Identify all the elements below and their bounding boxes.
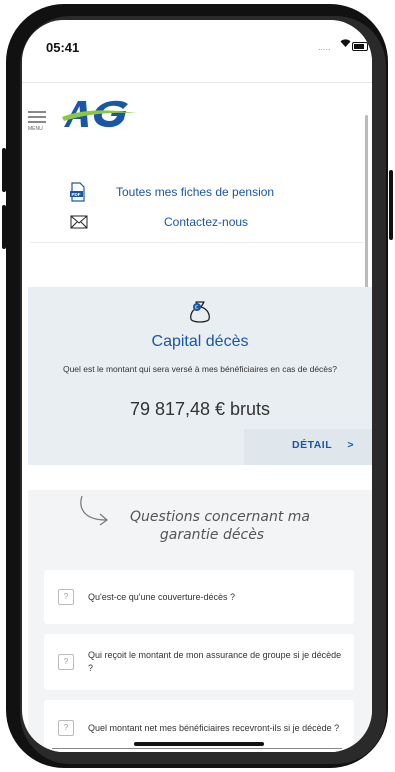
chevron-right-icon: > — [347, 439, 354, 451]
volume-down-button — [2, 205, 6, 249]
menu-label: MENU — [28, 126, 43, 132]
home-indicator[interactable] — [134, 742, 264, 746]
faq-section: Questions concernant ma garantie décès ?… — [28, 490, 372, 752]
capital-deces-card: € Capital décès Quel est le montant qui … — [28, 287, 372, 465]
faq-heading-line1: Questions concernant ma — [129, 509, 311, 525]
pdf-file-icon: PDF — [70, 182, 85, 202]
phone-screen: 05:41 ..... MENU PDF Toutes mes fiches d… — [22, 20, 372, 752]
pension-sheets-link[interactable]: PDF Toutes mes fiches de pension — [68, 182, 274, 202]
app-header: MENU — [22, 82, 372, 141]
pension-sheets-label: Toutes mes fiches de pension — [116, 185, 275, 199]
power-button — [389, 170, 393, 240]
menu-button[interactable]: MENU — [28, 111, 48, 132]
contact-link[interactable]: Contactez-nous — [70, 215, 248, 229]
bottom-divider — [52, 748, 342, 749]
wifi-icon — [340, 39, 351, 47]
faq-item[interactable]: ? Qui reçoit le montant de mon assurance… — [44, 634, 354, 690]
phone-mockup: 05:41 ..... MENU PDF Toutes mes fiches d… — [0, 0, 395, 772]
volume-up-button — [2, 148, 6, 192]
faq-heading: Questions concernant ma garantie décès — [28, 508, 372, 544]
status-time: 05:41 — [46, 40, 80, 55]
question-doc-icon: ? — [58, 720, 74, 736]
capital-amount: 79 817,48 € bruts — [129, 399, 271, 419]
card-question: Quel est le montant qui sera versé à mes… — [62, 364, 338, 374]
faq-item-label: Qu'est-ce qu'une couverture-décès ? — [88, 591, 236, 602]
hamburger-icon — [28, 111, 46, 113]
battery-icon — [352, 42, 368, 51]
question-doc-icon: ? — [58, 589, 74, 605]
contact-label: Contactez-nous — [164, 215, 249, 229]
svg-text:PDF: PDF — [72, 192, 81, 197]
status-bar: 05:41 ..... — [22, 20, 372, 82]
cellular-signal-icon: ..... — [318, 42, 331, 52]
card-title: Capital décès — [151, 333, 249, 350]
faq-item[interactable]: ? Qu'est-ce qu'une couverture-décès ? — [44, 570, 354, 624]
svg-text:€: € — [195, 305, 198, 311]
hamburger-icon-bar — [28, 121, 46, 123]
detail-label: DÉTAIL — [291, 439, 332, 451]
detail-button[interactable]: DÉTAIL > — [292, 439, 354, 451]
hamburger-icon-bar — [28, 116, 46, 118]
envelope-icon — [70, 215, 88, 229]
ag-logo[interactable] — [62, 97, 138, 129]
faq-item-label: Qui reçoit le montant de mon assurance d… — [88, 650, 342, 673]
question-doc-icon: ? — [58, 654, 74, 670]
divider — [30, 242, 364, 243]
faq-item-label: Quel montant net mes bénéficiaires recev… — [88, 722, 340, 733]
faq-heading-line2: garantie décès — [159, 527, 265, 543]
money-bag-icon: € — [190, 301, 210, 323]
